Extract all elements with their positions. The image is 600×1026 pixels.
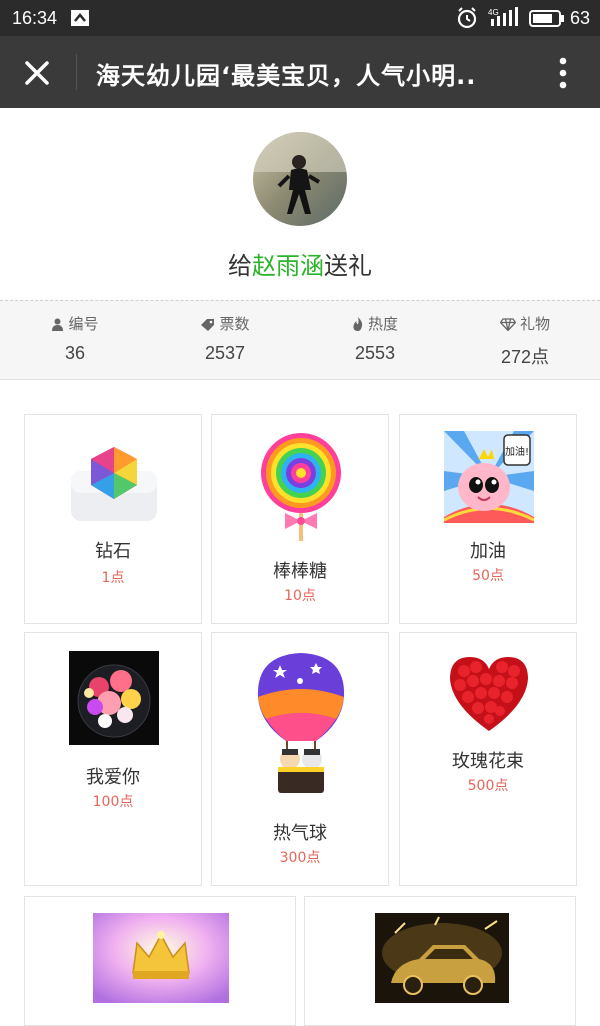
svg-text:4G: 4G [488, 8, 499, 17]
status-time: 16:34 [12, 8, 58, 28]
stat-gifts: 礼物 272点 [450, 313, 600, 369]
profile-section: 给赵雨涵送礼 [0, 108, 600, 300]
stat-label: 热度 [367, 315, 398, 333]
battery-level: 63 [570, 8, 591, 28]
crown-icon [93, 913, 229, 1003]
cheer-icon: 加油! [444, 431, 534, 523]
stat-value: 2553 [354, 343, 396, 363]
status-bar: 16:34 4G 63 [0, 0, 600, 36]
diamond-icon [499, 318, 517, 332]
gift-name: 玫瑰花束 [452, 751, 524, 772]
lollipop-icon [261, 433, 341, 541]
gift-card-gold-car[interactable] [304, 896, 576, 1026]
title-divider [76, 54, 77, 90]
rose-heart-icon [450, 657, 528, 731]
stat-label: 礼物 [519, 315, 550, 333]
stat-label: 票数 [219, 315, 250, 333]
alarm-icon [457, 7, 477, 29]
gift-price: 100点 [92, 794, 134, 810]
close-icon[interactable] [22, 58, 52, 88]
gift-card-rose-bouquet[interactable]: 玫瑰花束 500点 [399, 632, 577, 886]
give-prefix: 给 [228, 252, 252, 280]
gift-card-lollipop[interactable]: 棒棒糖 10点 [211, 414, 389, 624]
stat-value: 36 [64, 343, 86, 363]
stat-heat: 热度 2553 [300, 313, 450, 364]
more-vertical-icon[interactable] [552, 56, 574, 90]
give-suffix: 送礼 [324, 252, 372, 280]
gold-car-icon [375, 913, 509, 1003]
stats-bar: 编号 36 票数 2537 热度 2553 礼物 272点 [0, 300, 600, 380]
gift-name: 我爱你 [86, 767, 140, 788]
gift-name: 加油 [470, 541, 506, 562]
flower-box-icon [69, 651, 159, 745]
person-icon [52, 318, 64, 331]
gift-price: 10点 [284, 588, 316, 604]
gift-price: 50点 [472, 568, 504, 584]
child-name: 赵雨涵 [252, 252, 324, 280]
title-bar: 海天幼儿园‘最美宝贝，人气小明.. [0, 36, 600, 108]
gift-name: 棒棒糖 [273, 561, 327, 582]
stat-value: 2537 [204, 343, 246, 363]
gift-card-diamond[interactable]: 钻石 1点 [24, 414, 202, 624]
svg-text:加油!: 加油! [505, 445, 529, 458]
hot-air-balloon-icon [257, 653, 345, 793]
gift-price: 500点 [467, 778, 509, 794]
stat-number: 编号 36 [0, 313, 150, 364]
notification-icon [71, 10, 89, 26]
stat-label: 编号 [68, 315, 99, 333]
battery-icon [529, 10, 564, 27]
gift-card-hot-air-balloon[interactable]: 热气球 300点 [211, 632, 389, 886]
gift-name: 钻石 [95, 541, 131, 562]
gift-card-crown[interactable] [24, 896, 296, 1026]
gift-price: 1点 [101, 570, 125, 586]
stat-votes: 票数 2537 [150, 313, 300, 364]
give-gift-heading: 给赵雨涵送礼 [0, 246, 600, 281]
gift-name: 热气球 [273, 823, 327, 844]
page-title: 海天幼儿园‘最美宝贝，人气小明.. [96, 62, 477, 90]
avatar[interactable] [253, 132, 347, 226]
ticket-icon [201, 319, 215, 331]
gift-price: 300点 [279, 850, 321, 866]
gift-card-i-love-you[interactable]: 我爱你 100点 [24, 632, 202, 886]
signal-icon: 4G [488, 7, 518, 26]
gift-card-cheer[interactable]: 加油! 加油 50点 [399, 414, 577, 624]
flame-icon [353, 317, 363, 331]
diamond-gift-icon [71, 447, 157, 521]
stat-value: 272点 [500, 347, 550, 367]
